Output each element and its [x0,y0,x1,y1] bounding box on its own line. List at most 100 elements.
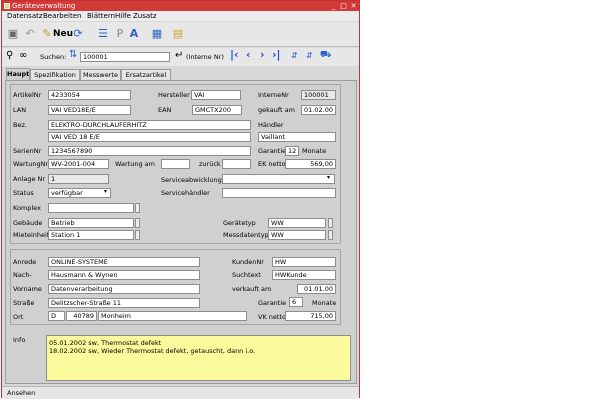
save-icon[interactable]: ▣ [5,26,21,42]
tab-spezifikation[interactable]: Spezifikation [30,69,80,80]
sort-az-icon[interactable]: ⇵ [291,51,298,60]
mieteinheit-field[interactable]: Station 1 [48,230,134,240]
toolbar: ▣ ↶ ✎ Neu ⟳ ☰ P A ▦ ▤ [2,22,359,47]
artikelnr-field[interactable]: 4233054 [48,90,131,100]
truck-icon[interactable]: ⛟ [320,50,331,61]
nachname-label: Nach- [13,271,32,279]
menu-bearbeiten[interactable]: Bearbeiten [43,12,81,20]
artikelnr-label: ArtikelNr [13,91,42,99]
vk-netto-field[interactable]: 715,00 [285,311,336,321]
search-hint: (Interne Nr) [186,53,224,61]
search-input[interactable]: 100001 [80,52,170,62]
next-record-icon[interactable]: › [260,48,265,61]
status-label: Status [13,189,34,197]
internenr-field: 100001 [301,90,336,100]
calculator-icon[interactable]: ▦ [149,26,165,42]
kundennr-label: KundenNr [232,258,264,266]
land-field[interactable]: D [48,311,65,321]
menu-datensatz[interactable]: Datensatz [7,12,43,20]
font-icon[interactable]: A [126,26,142,42]
hersteller-field[interactable]: VAI [191,90,241,100]
vorname-field[interactable]: Datenverarbeitung [48,284,200,294]
last-record-icon[interactable]: ›| [272,48,281,61]
ek-netto-field[interactable]: 569,00 [285,159,336,169]
status-text: Ansehen [7,389,36,397]
bez-line1-field[interactable]: ELEKTRO-DURCHLAUFERHITZ [48,120,251,130]
menu-hilfe[interactable]: Hilfe [115,12,131,20]
tab-messwerte[interactable]: Messwerte [80,69,121,80]
undo-icon[interactable]: ↶ [22,26,38,42]
wartung-am-field[interactable] [161,159,190,169]
verkauft-am-field[interactable]: 01.01.00 [297,284,336,294]
serviceabwicklung-dropdown-icon[interactable]: ▾ [327,174,330,181]
serviceabwicklung-label: Serviceabwicklung [161,176,222,184]
messdatentyp-field[interactable]: WW [268,230,326,240]
magnifier-icon[interactable]: ⚲ [6,50,13,61]
ean-field[interactable]: GMCTX200 [192,105,242,115]
info-line: 05.01.2002 sw, Thermostat defekt [49,339,162,347]
wartungnr-label: WartungNr [13,160,49,168]
bez-line2-field[interactable]: VAI VED 18 E/E [48,132,251,142]
garantie2-label: Garantie [258,299,287,307]
seriennr-field[interactable]: 1234567890 [48,146,251,156]
gebaeude-picker-button[interactable] [135,218,140,228]
minimize-icon[interactable]: _ [329,2,338,10]
kundennr-field[interactable]: HW [272,257,336,267]
komplex-picker-button[interactable] [135,203,140,213]
servicehaendler-field[interactable] [222,188,336,198]
seriennr-label: SerienNr [13,147,42,155]
search-bar: ⚲ ∞ Suchen: ⇅ 100001 ↵ (Interne Nr) |‹ ‹… [2,48,359,66]
refresh-icon[interactable]: ⟳ [70,26,86,42]
sort-za-icon[interactable]: ⇵ [306,51,313,60]
suchtext-field[interactable]: HWKunde [272,270,336,280]
nachname-field[interactable]: Hausmann & Wynen [48,270,200,280]
status-dropdown-icon[interactable]: ▾ [104,188,107,195]
ort-field[interactable]: Monheim [98,311,247,321]
first-record-icon[interactable]: |‹ [230,48,239,61]
strasse-field[interactable]: Delitzscher-Straße 11 [48,298,200,308]
binoculars-icon[interactable]: ∞ [19,50,27,61]
komplex-field[interactable] [48,203,134,213]
gebaeude-label: Gebäude [13,219,43,227]
list-icon[interactable]: ☰ [95,26,111,42]
maximize-icon[interactable]: □ [339,2,348,10]
wartungnr-field[interactable]: WV-2001-004 [48,159,109,169]
wartung-am-label: Wartung am [115,160,155,168]
anrede-field[interactable]: ONLINE-SYSTEME [48,257,200,267]
folder-icon[interactable]: ▤ [170,26,186,42]
gebaeude-field[interactable]: Betrieb [48,218,134,228]
mieteinheit-picker-button[interactable] [135,230,140,240]
strasse-label: Straße [13,299,35,307]
tab-haupt[interactable]: Haupt [6,68,30,80]
sort-icon[interactable]: ⇅ [69,49,77,60]
enter-icon[interactable]: ↵ [175,50,183,61]
info-textarea[interactable]: 05.01.2002 sw, Thermostat defekt 18.02.2… [46,335,351,381]
geraetetyp-field[interactable]: WW [268,218,326,228]
title-bar: Geräteverwaltung _ □ ✕ [2,1,359,11]
menu-blaettern[interactable]: Blättern [87,12,115,20]
messdatentyp-picker-button[interactable] [328,230,333,240]
serviceabwicklung-select[interactable] [222,174,335,184]
anlage-nr-field: 1 [48,174,109,184]
previous-record-icon[interactable]: ‹ [246,48,251,61]
zurueck-field[interactable] [222,159,251,169]
gekauft-am-field[interactable]: 01.02.00 [301,105,336,115]
tab-ersatzartikel[interactable]: Ersatzartikel [121,69,171,80]
haendler-field[interactable]: Vaillant [258,132,336,142]
garantie2-field[interactable]: 6 [289,297,303,307]
status-select[interactable]: verfügbar [48,188,111,198]
garantie-field[interactable]: 12 [285,146,299,156]
monate-label: Monate [302,147,327,155]
komplex-label: Komplex [13,204,41,212]
internenr-label: InterneNr [258,91,289,99]
geraetetyp-picker-button[interactable] [328,218,333,228]
lan-label: LAN [13,106,27,114]
ort-label: Ort [13,313,24,321]
plz-field[interactable]: 40789 [66,311,97,321]
close-icon[interactable]: ✕ [349,2,358,10]
servicehaendler-label: Servicehändler [161,189,210,197]
vorname-label: Vorname [13,285,42,293]
ek-netto-label: EK netto [258,160,286,168]
menu-zusatz[interactable]: Zusatz [133,12,157,20]
lan-field[interactable]: VAI VED18E/E [48,105,131,115]
